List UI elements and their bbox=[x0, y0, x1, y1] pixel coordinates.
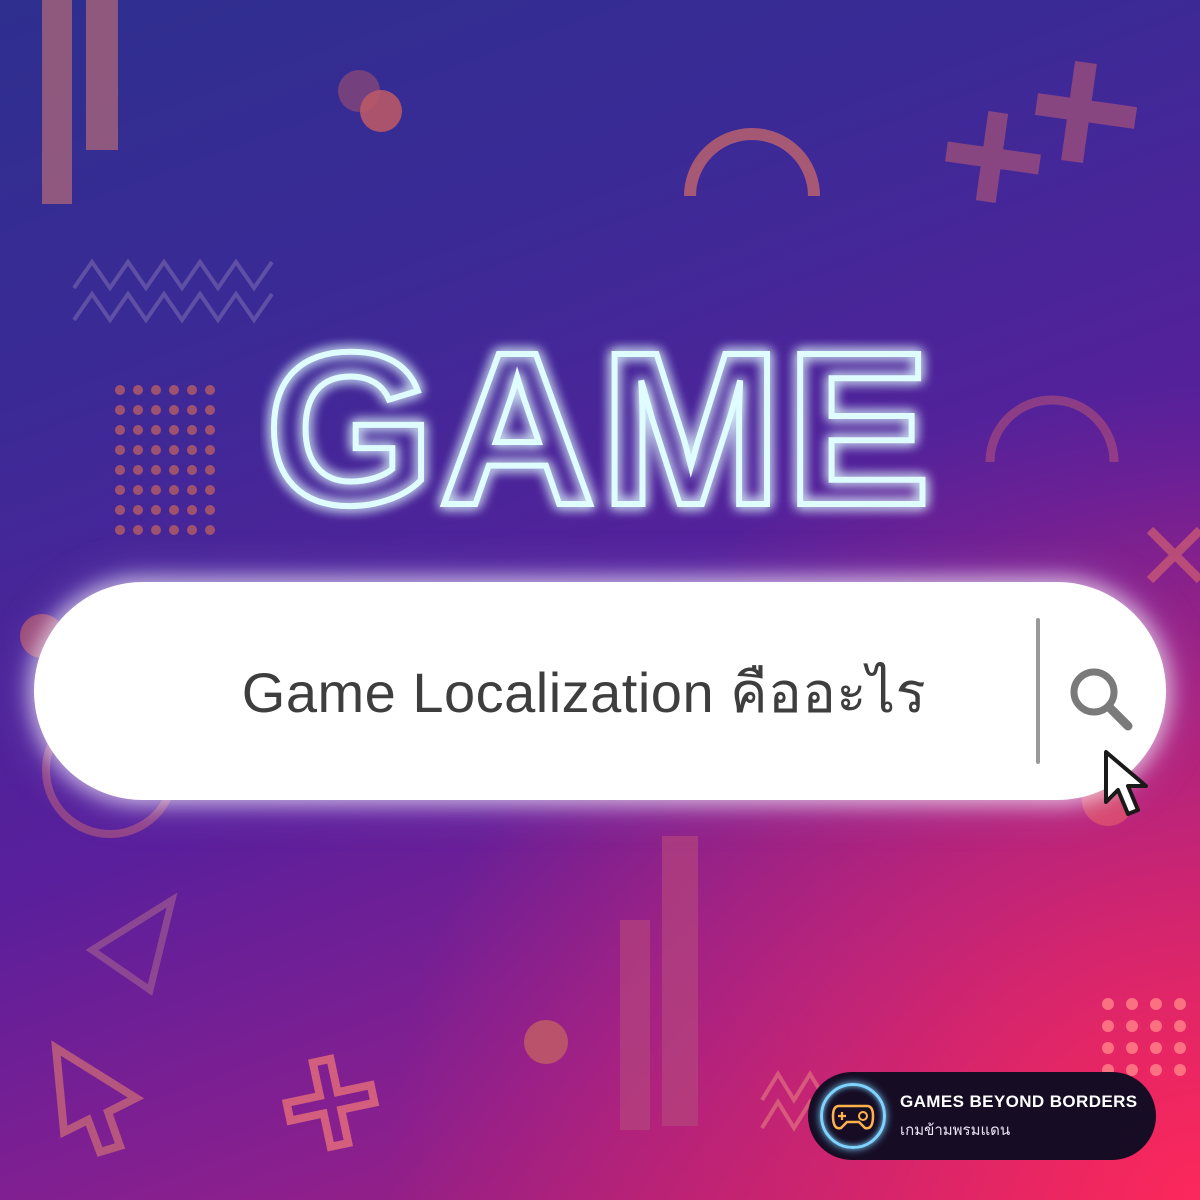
banner-canvas: GAME Game Localization คืออะไร GAMES BEY… bbox=[0, 0, 1200, 1200]
headline-text: GAME bbox=[265, 318, 935, 538]
brand-subtitle: เกมข้ามพรมแดน bbox=[900, 1121, 1011, 1139]
search-query-text[interactable]: Game Localization คืออะไร bbox=[154, 648, 1014, 738]
brand-title: GAMES BEYOND BORDERS bbox=[900, 1092, 1138, 1111]
search-icon[interactable] bbox=[1064, 662, 1136, 734]
search-divider bbox=[1036, 618, 1040, 764]
gamepad-icon bbox=[820, 1083, 886, 1149]
search-bar[interactable]: Game Localization คืออะไร bbox=[34, 582, 1166, 800]
pointer-cursor-icon bbox=[1100, 748, 1156, 822]
neon-headline: GAME bbox=[260, 305, 940, 554]
brand-badge: GAMES BEYOND BORDERS เกมข้ามพรมแดน bbox=[808, 1072, 1156, 1160]
